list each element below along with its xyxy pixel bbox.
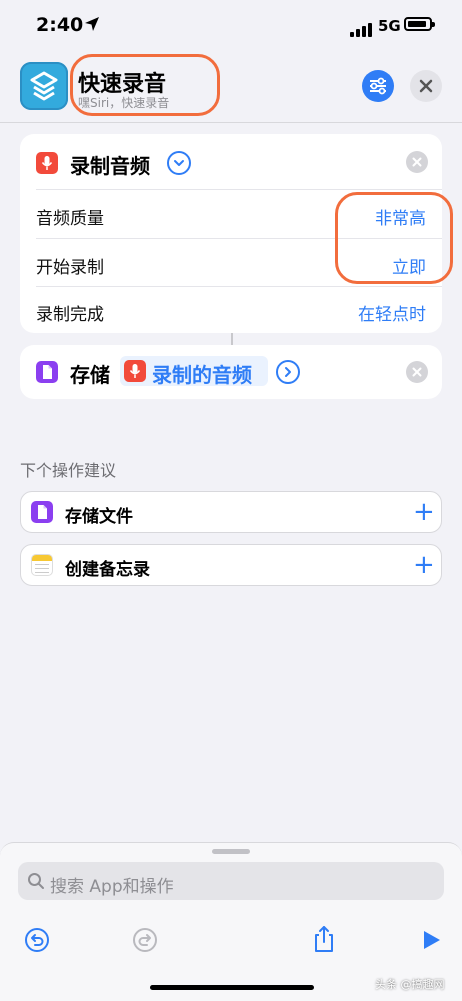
action-connector [231, 333, 233, 345]
close-icon [412, 157, 422, 167]
suggestion-save-file[interactable]: 存储文件 + [20, 491, 442, 533]
variable-token[interactable]: 录制的音频 [120, 356, 268, 387]
save-action[interactable]: 存储 录制的音频 [20, 345, 442, 399]
location-arrow-icon [85, 17, 99, 31]
divider [36, 189, 442, 190]
share-icon[interactable] [311, 924, 337, 954]
expand-button[interactable] [276, 360, 300, 384]
remove-action-button[interactable] [406, 151, 428, 173]
action-title: 录制音频 [70, 154, 150, 178]
suggestion-label: 创建备忘录 [65, 560, 150, 580]
redo-icon[interactable] [132, 927, 158, 953]
expand-button[interactable] [167, 151, 191, 175]
status-time: 2:40 [36, 14, 84, 36]
home-indicator [150, 985, 314, 990]
save-verb: 存储 [70, 363, 110, 387]
suggestion-create-note[interactable]: 创建备忘录 + [20, 544, 442, 586]
microphone-icon [124, 360, 146, 382]
shortcuts-app-icon[interactable] [20, 62, 68, 110]
search-placeholder: 搜索 App和操作 [50, 877, 174, 897]
settings-button[interactable] [362, 70, 394, 102]
play-icon[interactable] [419, 928, 443, 952]
remove-action-button[interactable] [406, 361, 428, 383]
file-icon [31, 501, 53, 523]
add-icon[interactable]: + [413, 499, 435, 525]
undo-icon[interactable] [24, 927, 50, 953]
annotation-circle-title [70, 54, 220, 116]
microphone-icon [36, 152, 58, 174]
notes-icon [31, 554, 53, 576]
variable-label: 录制的音频 [152, 363, 252, 387]
editor-header: 快速录音 嘿Siri，快速录音 [0, 52, 462, 123]
search-icon [28, 873, 44, 889]
settings-sliders-icon [370, 77, 386, 95]
close-icon [412, 367, 422, 377]
divider [36, 286, 442, 287]
chevron-right-icon [285, 367, 291, 377]
file-icon [36, 361, 58, 383]
chevron-down-icon [174, 160, 184, 166]
finish-recording-value[interactable]: 在轻点时 [358, 300, 426, 325]
close-button[interactable] [410, 70, 442, 102]
battery-icon [404, 17, 435, 31]
add-icon[interactable]: + [413, 552, 435, 578]
close-icon [419, 79, 433, 93]
watermark: 头条 @搞趣网 [375, 978, 445, 991]
row-label-audio-quality: 音频质量 [36, 209, 104, 229]
network-type: 5G [378, 17, 401, 35]
row-label-start-recording: 开始录制 [36, 258, 104, 278]
suggestions-header: 下个操作建议 [20, 461, 117, 480]
annotation-circle-values [335, 192, 453, 284]
row-label-finish-recording: 录制完成 [36, 305, 104, 325]
suggestion-label: 存储文件 [65, 507, 133, 527]
sheet-grabber[interactable] [212, 849, 250, 854]
signal-bars-icon [350, 18, 374, 37]
